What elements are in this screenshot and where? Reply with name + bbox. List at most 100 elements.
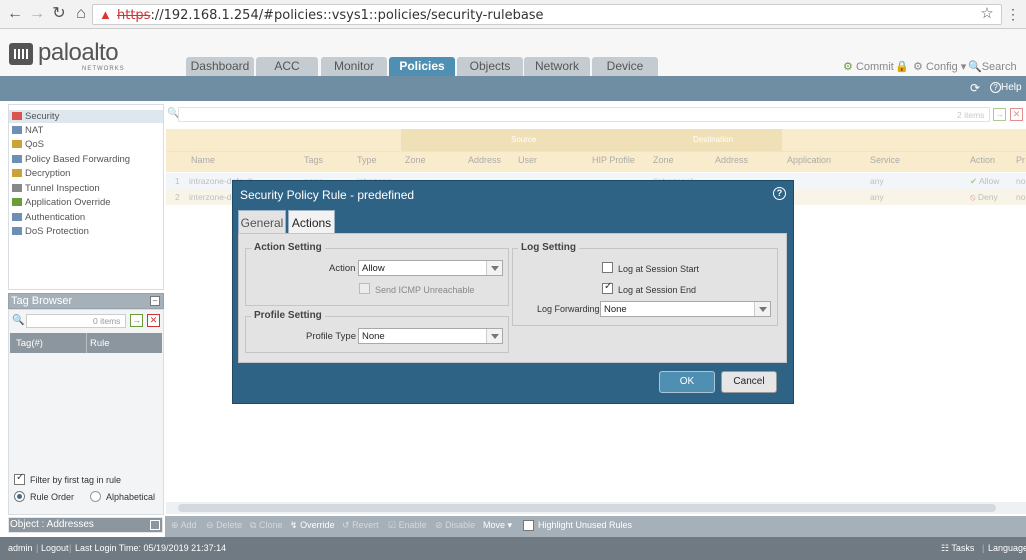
sidebar-item-dos-protection[interactable]: DoS Protection: [12, 226, 89, 240]
address-bar[interactable]: ▲ https://192.168.1.254/#policies::vsys1…: [92, 4, 1002, 25]
logo-text: paloalto: [38, 39, 119, 66]
delete-button[interactable]: ⊖ Delete: [206, 520, 242, 531]
forward-icon[interactable]: →: [28, 5, 46, 23]
add-button[interactable]: ⊕ Add: [171, 520, 197, 531]
override-icon: ↯: [290, 520, 298, 530]
tab-policies[interactable]: Policies: [389, 57, 455, 76]
tab-dashboard[interactable]: Dashboard: [186, 57, 254, 76]
help-link[interactable]: ? Help: [990, 82, 1022, 93]
action-label: Action: [329, 263, 356, 274]
action-select[interactable]: Allow: [358, 260, 503, 276]
config-icon: ⚙: [913, 61, 923, 73]
log-session-start-checkbox[interactable]: [602, 262, 613, 273]
rule-column-header[interactable]: Rule: [90, 338, 110, 349]
toolbar-strip: [0, 76, 1026, 101]
disable-button[interactable]: ⊘ Disable: [435, 520, 475, 531]
clear-filter-icon[interactable]: ✕: [147, 314, 160, 327]
revert-button[interactable]: ↺ Revert: [342, 520, 379, 531]
apply-filter-icon[interactable]: →: [130, 314, 143, 327]
rule-order-radio[interactable]: [14, 491, 25, 502]
tab-objects[interactable]: Objects: [457, 57, 523, 76]
lock-icon[interactable]: 🔒: [895, 60, 909, 73]
dos-icon: [12, 227, 22, 236]
alphabetical-radio[interactable]: [90, 491, 101, 502]
language-link[interactable]: Language: [988, 543, 1026, 553]
search-label: Search: [981, 61, 1017, 73]
move-menu[interactable]: Move ▾: [483, 520, 512, 531]
chevron-down-icon: [486, 329, 502, 343]
sidebar-item-nat[interactable]: NAT: [12, 125, 43, 139]
app-override-icon: [12, 198, 22, 207]
status-user: admin: [8, 543, 33, 553]
sidebar-item-security[interactable]: Security: [12, 111, 59, 125]
tab-actions[interactable]: Actions: [288, 210, 335, 235]
profile-type-select[interactable]: None: [358, 328, 503, 344]
back-icon[interactable]: ←: [6, 5, 24, 23]
sidebar-item-tunnel-inspection[interactable]: Tunnel Inspection: [12, 183, 100, 197]
add-label: Add: [180, 520, 197, 530]
enable-label: Enable: [398, 520, 427, 530]
sidebar-item-authentication[interactable]: Authentication: [12, 212, 85, 226]
tab-general[interactable]: General: [238, 210, 286, 234]
profile-type-label: Profile Type: [306, 331, 356, 342]
action-select-value: Allow: [362, 263, 385, 274]
tasks-label: Tasks: [951, 543, 975, 553]
authentication-icon: [12, 213, 22, 222]
security-icon: [12, 112, 22, 121]
clone-icon: ⧉: [250, 520, 257, 530]
last-login-time: Last Login Time: 05/19/2019 21:37:14: [75, 543, 227, 553]
enable-button[interactable]: ☑ Enable: [388, 520, 427, 531]
tasks-link[interactable]: ☷ Tasks: [941, 543, 974, 554]
tasks-icon: ☷: [941, 543, 950, 553]
tab-device[interactable]: Device: [592, 57, 658, 76]
filter-first-tag-label: Filter by first tag in rule: [30, 475, 122, 485]
commit-icon: ⚙: [843, 61, 853, 73]
sidebar-label: Application Override: [25, 197, 111, 208]
refresh-icon[interactable]: ⟳: [970, 81, 980, 95]
sidebar-item-qos[interactable]: QoS: [12, 139, 44, 153]
help-icon[interactable]: ?: [773, 187, 786, 200]
log-session-end-label: Log at Session End: [618, 285, 697, 295]
log-session-end-checkbox[interactable]: ✓: [602, 281, 613, 294]
sidebar-item-decryption[interactable]: Decryption: [12, 168, 70, 182]
chevron-down-icon: [754, 302, 770, 316]
highlight-unused-checkbox[interactable]: [523, 520, 534, 531]
column-divider: [86, 333, 87, 353]
tab-network[interactable]: Network: [524, 57, 590, 76]
url-path: ://192.168.1.254/#policies::vsys1::polic…: [150, 8, 544, 23]
config-menu[interactable]: ⚙ Config ▾: [913, 60, 966, 73]
tag-column-header[interactable]: Tag(#): [16, 338, 43, 349]
action-setting-title: Action Setting: [251, 242, 325, 253]
chevron-down-icon: [486, 261, 502, 275]
clone-button[interactable]: ⧉ Clone: [250, 520, 282, 531]
commit-link[interactable]: ⚙ Commit: [843, 60, 894, 73]
sidebar-item-pbf[interactable]: Policy Based Forwarding: [12, 154, 130, 168]
search-link[interactable]: 🔍Search: [968, 60, 1017, 73]
log-forwarding-value: None: [604, 304, 627, 315]
logout-link[interactable]: Logout: [41, 543, 69, 553]
revert-label: Revert: [352, 520, 379, 530]
filter-first-tag-checkbox[interactable]: ✓: [14, 472, 25, 485]
sidebar-label: Policy Based Forwarding: [25, 154, 131, 165]
checkmark-icon: ✓: [604, 281, 613, 292]
ok-button[interactable]: OK: [659, 371, 715, 393]
reload-icon[interactable]: ↻: [50, 5, 68, 23]
cancel-button[interactable]: Cancel: [721, 371, 777, 393]
browser-menu-icon[interactable]: ⋮: [1004, 5, 1022, 23]
sidebar-item-app-override[interactable]: Application Override: [12, 197, 111, 211]
override-button[interactable]: ↯ Override: [290, 520, 335, 531]
decryption-icon: [12, 169, 22, 178]
sidebar-label: NAT: [25, 125, 44, 136]
send-icmp-checkbox[interactable]: [359, 283, 370, 294]
scrollbar-thumb[interactable]: [178, 504, 996, 512]
collapse-icon[interactable]: –: [150, 296, 160, 306]
log-forwarding-select[interactable]: None: [600, 301, 771, 317]
expand-icon[interactable]: [150, 520, 160, 530]
tab-acc[interactable]: ACC: [256, 57, 318, 76]
disable-icon: ⊘: [435, 520, 443, 530]
home-icon[interactable]: ⌂: [72, 5, 90, 23]
tab-monitor[interactable]: Monitor: [321, 57, 387, 76]
help-icon: ?: [990, 82, 1001, 93]
paloalto-logo-icon: [9, 43, 33, 65]
bookmark-star-icon[interactable]: ☆: [978, 5, 996, 23]
